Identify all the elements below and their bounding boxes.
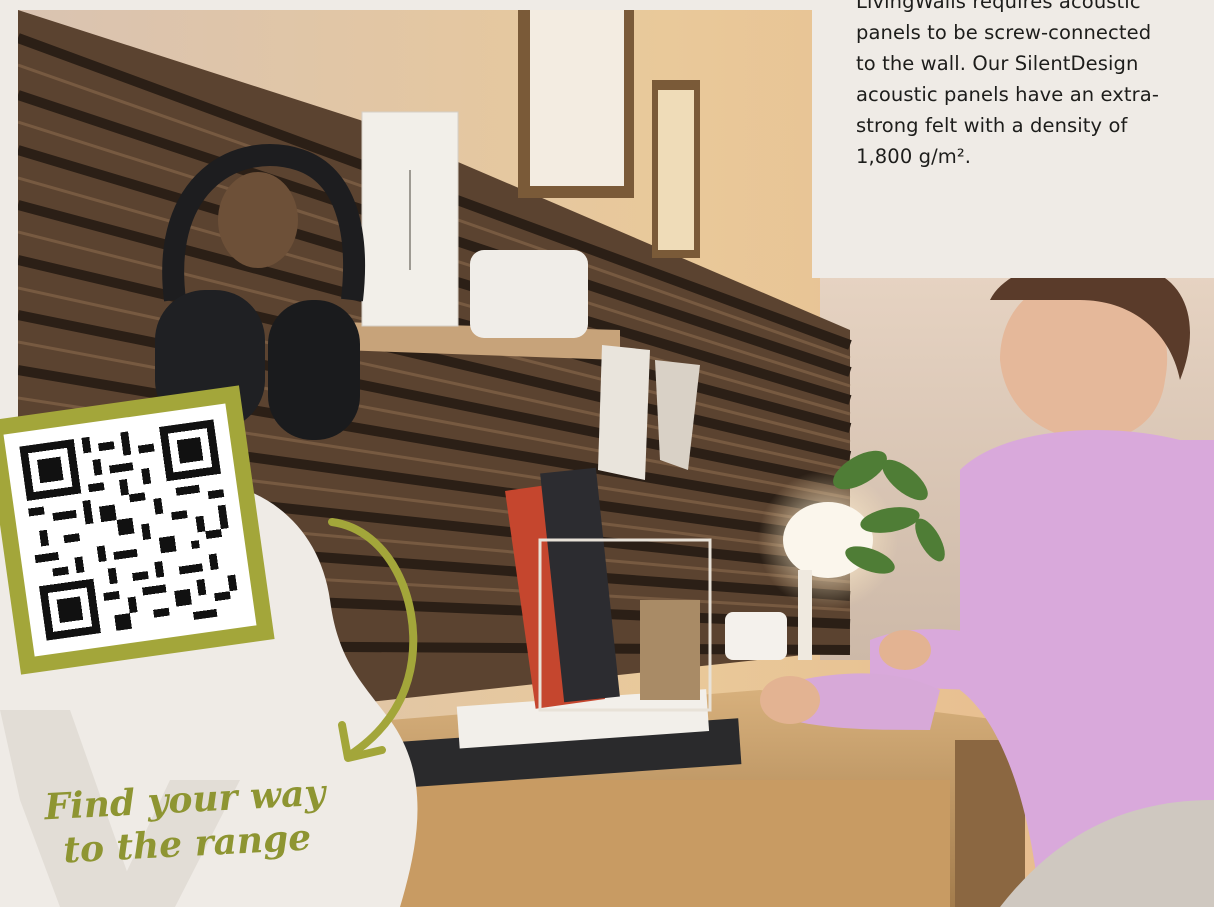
info-line: LivingWalls requires acoustic [856,0,1141,13]
info-line: acoustic panels have an extra- [856,83,1159,106]
info-paragraph: LivingWalls requires acoustic panels to … [856,0,1206,172]
qr-code-icon [19,419,241,641]
curved-arrow-icon [328,518,418,762]
qr-code[interactable] [3,403,257,657]
promo-area: Find your way to the range [0,380,460,907]
info-line: strong felt with a density of [856,114,1128,137]
info-line: 1,800 g/m². [856,145,972,168]
info-panel: LivingWalls requires acoustic panels to … [812,0,1214,278]
qr-code-frame[interactable] [0,385,275,675]
promo-caption[interactable]: Find your way to the range [34,770,338,874]
info-line: panels to be screw-connected [856,21,1152,44]
info-line: to the wall. Our SilentDesign [856,52,1139,75]
page: LivingWalls requires acoustic panels to … [0,0,1214,907]
